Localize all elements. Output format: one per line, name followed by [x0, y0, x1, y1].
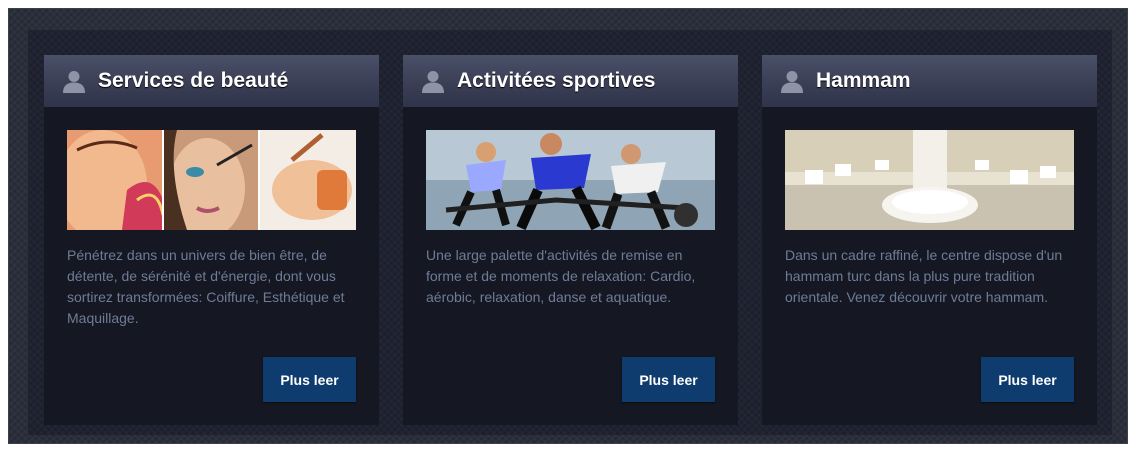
hammam-image: [785, 130, 1074, 230]
card-header: Services de beauté: [44, 55, 379, 107]
card-description: Une large palette d'activités de remise …: [426, 247, 696, 305]
card-description: Pénétrez dans un univers de bien être, d…: [67, 247, 345, 326]
read-more-button[interactable]: Plus leer: [981, 357, 1074, 402]
page-frame: Services de beauté Pénétrez dans un univ…: [8, 8, 1128, 444]
card-beauty: Services de beauté Pénétrez dans un univ…: [44, 55, 379, 425]
card-title: Services de beauté: [98, 69, 289, 92]
card-description: Dans un cadre raffiné, le centre dispose…: [785, 247, 1063, 305]
card-header: Hammam: [762, 55, 1097, 107]
user-icon: [422, 71, 444, 93]
user-icon: [63, 71, 85, 93]
read-more-button[interactable]: Plus leer: [263, 357, 356, 402]
card-header: Activitées sportives: [403, 55, 738, 107]
beauty-image: [67, 130, 356, 230]
card-sports: Activitées sportives Une large palette d…: [403, 55, 738, 425]
card-title: Hammam: [816, 69, 911, 92]
card-title: Activitées sportives: [457, 69, 656, 92]
services-section: Services de beauté Pénétrez dans un univ…: [28, 30, 1112, 435]
read-more-button[interactable]: Plus leer: [622, 357, 715, 402]
card-hammam: Hammam Dans un cadre raffiné, le centre …: [762, 55, 1097, 425]
user-icon: [781, 71, 803, 93]
sports-image: [426, 130, 715, 230]
